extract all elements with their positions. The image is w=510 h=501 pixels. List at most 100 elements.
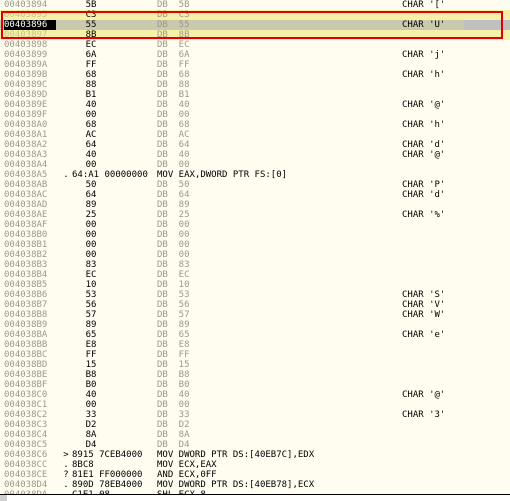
table-row[interactable]: 004038C1 00 DB 00 bbox=[0, 400, 510, 410]
row-hexdump: B1 bbox=[85, 90, 97, 100]
table-row[interactable]: 0040389B 68 DB 68 CHAR 'h' bbox=[0, 70, 510, 80]
table-row[interactable]: 00403895 C3 DB C3 bbox=[0, 10, 510, 20]
row-address: 004038A2 bbox=[4, 140, 48, 150]
row-address: 004038B7 bbox=[4, 300, 48, 310]
table-row[interactable]: 00403898 EC DB EC bbox=[0, 40, 510, 50]
row-comment: CHAR 'e' bbox=[402, 330, 446, 340]
table-row[interactable]: 004038B8 57 DB 57 CHAR 'W' bbox=[0, 310, 510, 320]
table-row[interactable]: 004038A3 40 DB 40 CHAR '@' bbox=[0, 150, 510, 160]
row-hexdump: B0 bbox=[85, 380, 97, 390]
table-row[interactable]: 004038A2 64 DB 64 CHAR 'd' bbox=[0, 140, 510, 150]
table-row[interactable]: 004038D4. 890D 78EB4000 MOV DWORD PTR DS:[… bbox=[0, 480, 510, 490]
row-disassembly: DB EC bbox=[157, 40, 190, 50]
table-row[interactable]: 004038B5 10 DB 10 bbox=[0, 280, 510, 290]
table-row[interactable]: 004038BA 65 DB 65 CHAR 'e' bbox=[0, 330, 510, 340]
bottom-scroll-area[interactable] bbox=[0, 494, 510, 501]
table-row[interactable]: 004038B3 83 DB 83 bbox=[0, 260, 510, 270]
row-comment: CHAR '[' bbox=[402, 0, 446, 10]
table-row[interactable]: 00403894 5B DB 5B CHAR '[' bbox=[0, 0, 510, 10]
table-row[interactable]: 004038C0 40 DB 40 CHAR '@' bbox=[0, 390, 510, 400]
disassembly-listing[interactable]: 00403894 5B DB 5B CHAR '[' 00403895 C3 DB C3 00… bbox=[0, 0, 510, 494]
row-disassembly: DB D4 bbox=[157, 440, 190, 450]
row-address: 0040389D bbox=[4, 90, 48, 100]
table-row[interactable]: 004038B0 00 DB 00 bbox=[0, 230, 510, 240]
row-hexdump: 8BC8 bbox=[72, 460, 94, 470]
table-row[interactable]: 004038C5 D4 DB D4 bbox=[0, 440, 510, 450]
row-address: 004038B1 bbox=[4, 240, 48, 250]
row-disassembly: DB B0 bbox=[157, 380, 190, 390]
row-disassembly: DB 00 bbox=[157, 250, 190, 260]
table-row[interactable]: 004038A4 00 DB 00 bbox=[0, 160, 510, 170]
table-row[interactable]: 004038AC 64 DB 64 CHAR 'd' bbox=[0, 190, 510, 200]
table-row[interactable]: 004038C3 D2 DB D2 bbox=[0, 420, 510, 430]
row-disassembly: DB 68 bbox=[157, 120, 190, 130]
row-address: 004038AD bbox=[4, 200, 48, 210]
table-row[interactable]: 004038AF 00 DB 00 bbox=[0, 220, 510, 230]
row-address: 004038B0 bbox=[4, 230, 48, 240]
row-comment: CHAR 'W' bbox=[402, 310, 446, 320]
table-row[interactable]: 004038A1 AC DB AC bbox=[0, 130, 510, 140]
row-marker: . bbox=[63, 480, 69, 490]
row-hexdump: 64 bbox=[85, 190, 97, 200]
row-disassembly: DB 89 bbox=[157, 200, 190, 210]
table-row[interactable]: 004038AD 89 DB 89 bbox=[0, 200, 510, 210]
table-row[interactable]: 004038BE B8 DB B8 bbox=[0, 370, 510, 380]
table-row[interactable]: 004038BB E8 DB E8 bbox=[0, 340, 510, 350]
row-address: 004038B5 bbox=[4, 280, 48, 290]
row-comment: CHAR 'h' bbox=[402, 120, 446, 130]
row-disassembly: DB 00 bbox=[157, 230, 190, 240]
table-row[interactable]: 004038BC FF DB FF bbox=[0, 350, 510, 360]
table-row[interactable]: 004038B6 53 DB 53 CHAR 'S' bbox=[0, 290, 510, 300]
row-disassembly: DB 65 bbox=[157, 330, 190, 340]
row-hexdump: 89 bbox=[85, 320, 97, 330]
table-row[interactable]: 004038B7 56 DB 56 CHAR 'V' bbox=[0, 300, 510, 310]
row-disassembly: DB 00 bbox=[157, 240, 190, 250]
table-row[interactable]: 004038AE 25 DB 25 CHAR '%' bbox=[0, 210, 510, 220]
table-row[interactable]: 004038C4 8A DB 8A bbox=[0, 430, 510, 440]
table-row[interactable]: 004038A5. 64:A1 00000000 MOV EAX,DWORD PTR… bbox=[0, 170, 510, 180]
row-hexdump: 25 bbox=[85, 210, 97, 220]
table-row[interactable]: 004038B2 00 DB 00 bbox=[0, 250, 510, 260]
table-row[interactable]: 00403899 6A DB 6A CHAR 'j' bbox=[0, 50, 510, 60]
row-address: 004038A0 bbox=[4, 120, 48, 130]
table-row[interactable]: 004038B9 89 DB 89 bbox=[0, 320, 510, 330]
row-hexdump: 5B bbox=[85, 0, 97, 10]
table-row[interactable]: 004038C6 >8915 7CEB4000 MOV DWORD PTR DS:[… bbox=[0, 450, 510, 460]
disassembly-rows[interactable]: 00403894 5B DB 5B CHAR '[' 00403895 C3 DB C3 00… bbox=[0, 0, 510, 494]
table-row[interactable]: 004038BF B0 DB B0 bbox=[0, 380, 510, 390]
row-comment: CHAR 'd' bbox=[402, 140, 446, 150]
table-row[interactable]: 0040389D B1 DB B1 bbox=[0, 90, 510, 100]
scroll-nub[interactable] bbox=[0, 495, 7, 501]
table-row[interactable]: 004038BD 15 DB 15 bbox=[0, 360, 510, 370]
table-row[interactable]: 0040389A FF DB FF bbox=[0, 60, 510, 70]
row-hexdump: 8915 7CEB4000 bbox=[72, 450, 143, 460]
row-comment: CHAR 'd' bbox=[402, 190, 446, 200]
row-disassembly: DB 64 bbox=[157, 190, 190, 200]
table-row[interactable]: 004038CC. 8BC8 MOV ECX,EAX bbox=[0, 460, 510, 470]
table-row[interactable]: 004038CE? 81E1 FF000000 AND ECX,0FF bbox=[0, 470, 510, 480]
row-address: 00403895 bbox=[4, 10, 48, 20]
table-row[interactable]: 00403896 55 DB 55 CHAR 'U' bbox=[0, 20, 510, 30]
row-disassembly: DB B8 bbox=[157, 370, 190, 380]
table-row[interactable]: 0040389F 00 DB 00 bbox=[0, 110, 510, 120]
row-disassembly: DB 50 bbox=[157, 180, 190, 190]
row-marker: . bbox=[63, 170, 69, 180]
table-row[interactable]: 004038A0 68 DB 68 CHAR 'h' bbox=[0, 120, 510, 130]
row-address: 004038C4 bbox=[4, 430, 48, 440]
table-row[interactable]: 004038B4 EC DB EC bbox=[0, 270, 510, 280]
row-hexdump: 55 bbox=[85, 20, 97, 30]
row-disassembly: DB 68 bbox=[157, 70, 190, 80]
table-row[interactable]: 004038AB 50 DB 50 CHAR 'P' bbox=[0, 180, 510, 190]
row-hexdump: 00 bbox=[85, 400, 97, 410]
row-address: 004038AF bbox=[4, 220, 48, 230]
table-row[interactable]: 0040389E 40 DB 40 CHAR '@' bbox=[0, 100, 510, 110]
table-row[interactable]: 0040389C 88 DB 88 bbox=[0, 80, 510, 90]
table-row[interactable]: 00403897 8B DB 8B bbox=[0, 30, 510, 40]
row-hexdump: 00 bbox=[85, 160, 97, 170]
table-row[interactable]: 004038B1 00 DB 00 bbox=[0, 240, 510, 250]
row-hexdump: 56 bbox=[85, 300, 97, 310]
row-address: 004038B6 bbox=[4, 290, 48, 300]
row-comment: CHAR '@' bbox=[402, 390, 446, 400]
table-row[interactable]: 004038C2 33 DB 33 CHAR '3' bbox=[0, 410, 510, 420]
row-disassembly: DB 10 bbox=[157, 280, 190, 290]
